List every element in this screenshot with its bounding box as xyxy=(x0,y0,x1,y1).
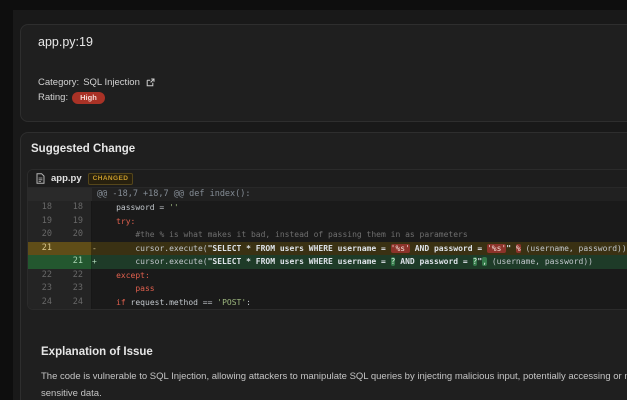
category-label: Category: xyxy=(38,77,80,88)
new-line-number: 19 xyxy=(60,214,92,228)
hunk-header-row: @@ -18,7 +18,7 @@ def index(): xyxy=(28,188,627,201)
diff-row: 24 24 if request.method == 'POST': xyxy=(28,295,627,309)
file-icon xyxy=(36,173,45,184)
suggested-change-heading: Suggested Change xyxy=(31,143,136,155)
finding-title: app.py:19 xyxy=(38,35,93,49)
explanation-section: Explanation of Issue The code is vulnera… xyxy=(27,345,627,400)
hunk-header-text: @@ -18,7 +18,7 @@ def index(): xyxy=(92,188,627,201)
new-line-number: 23 xyxy=(60,282,92,296)
changed-badge: CHANGED xyxy=(87,172,134,185)
old-line-number: 23 xyxy=(28,282,60,296)
diff-row: 19 19 try: xyxy=(28,214,627,228)
finding-card: app.py:19 Category: SQL Injection Rating… xyxy=(20,24,627,122)
code-line: if request.method == 'POST': xyxy=(92,295,627,309)
old-line-number: 20 xyxy=(28,228,60,242)
content-panel: app.py:19 Category: SQL Injection Rating… xyxy=(13,10,627,400)
diff-row: 23 23 pass xyxy=(28,282,627,296)
code-line: + cursor.execute("SELECT * FROM users WH… xyxy=(92,255,627,269)
diff-file-header[interactable]: app.py CHANGED xyxy=(28,170,627,188)
file-name: app.py xyxy=(51,173,82,184)
suggested-change-card: Suggested Change app.py CHANGED @@ -18,7… xyxy=(20,132,627,400)
rating-label: Rating: xyxy=(38,92,69,103)
rating-high-badge: High xyxy=(72,91,105,104)
diff-row: 18 18 password = '' xyxy=(28,201,627,215)
old-line-number: 19 xyxy=(28,214,60,228)
category-value: SQL Injection xyxy=(83,77,140,88)
hunk-gutter-spacer xyxy=(28,188,92,201)
explanation-heading: Explanation of Issue xyxy=(41,346,153,358)
code-line: - cursor.execute("SELECT * FROM users WH… xyxy=(92,241,627,255)
new-line-number: 24 xyxy=(60,295,92,309)
new-line-number: 22 xyxy=(60,268,92,282)
diff-row: 21 - cursor.execute("SELECT * FROM users … xyxy=(28,241,627,255)
page-background: app.py:19 Category: SQL Injection Rating… xyxy=(0,0,627,400)
new-line-number xyxy=(60,241,92,255)
code-line: except: xyxy=(92,268,627,282)
old-line-number: 21 xyxy=(28,241,60,255)
new-line-number: 18 xyxy=(60,201,92,215)
old-line-number: 22 xyxy=(28,268,60,282)
old-line-number: 24 xyxy=(28,295,60,309)
code-line: pass xyxy=(92,282,627,296)
old-line-number xyxy=(28,255,60,269)
finding-meta: Category: SQL Injection Rating: High xyxy=(38,75,627,105)
new-line-number: 21 xyxy=(60,255,92,269)
old-line-number: 18 xyxy=(28,201,60,215)
category-row: Category: SQL Injection xyxy=(38,75,627,90)
diff-rows: 18 18 password = '' 19 19 try: 20 20 #the % i… xyxy=(28,201,627,309)
new-line-number: 20 xyxy=(60,228,92,242)
code-line: try: xyxy=(92,214,627,228)
diff-row: 20 20 #the % is what makes it bad, instea… xyxy=(28,228,627,242)
external-link-icon[interactable] xyxy=(146,78,155,87)
diff-row: 21 + cursor.execute("SELECT * FROM users … xyxy=(28,255,627,269)
diff-row: 22 22 except: xyxy=(28,268,627,282)
diff-viewer: app.py CHANGED @@ -18,7 +18,7 @@ def ind… xyxy=(27,169,627,310)
code-line: password = '' xyxy=(92,201,627,215)
explanation-text-line: sensitive data. xyxy=(41,388,102,399)
explanation-text-line: The code is vulnerable to SQL Injection,… xyxy=(41,371,627,382)
code-line: #the % is what makes it bad, instead of … xyxy=(92,228,627,242)
rating-row: Rating: High xyxy=(38,90,627,105)
